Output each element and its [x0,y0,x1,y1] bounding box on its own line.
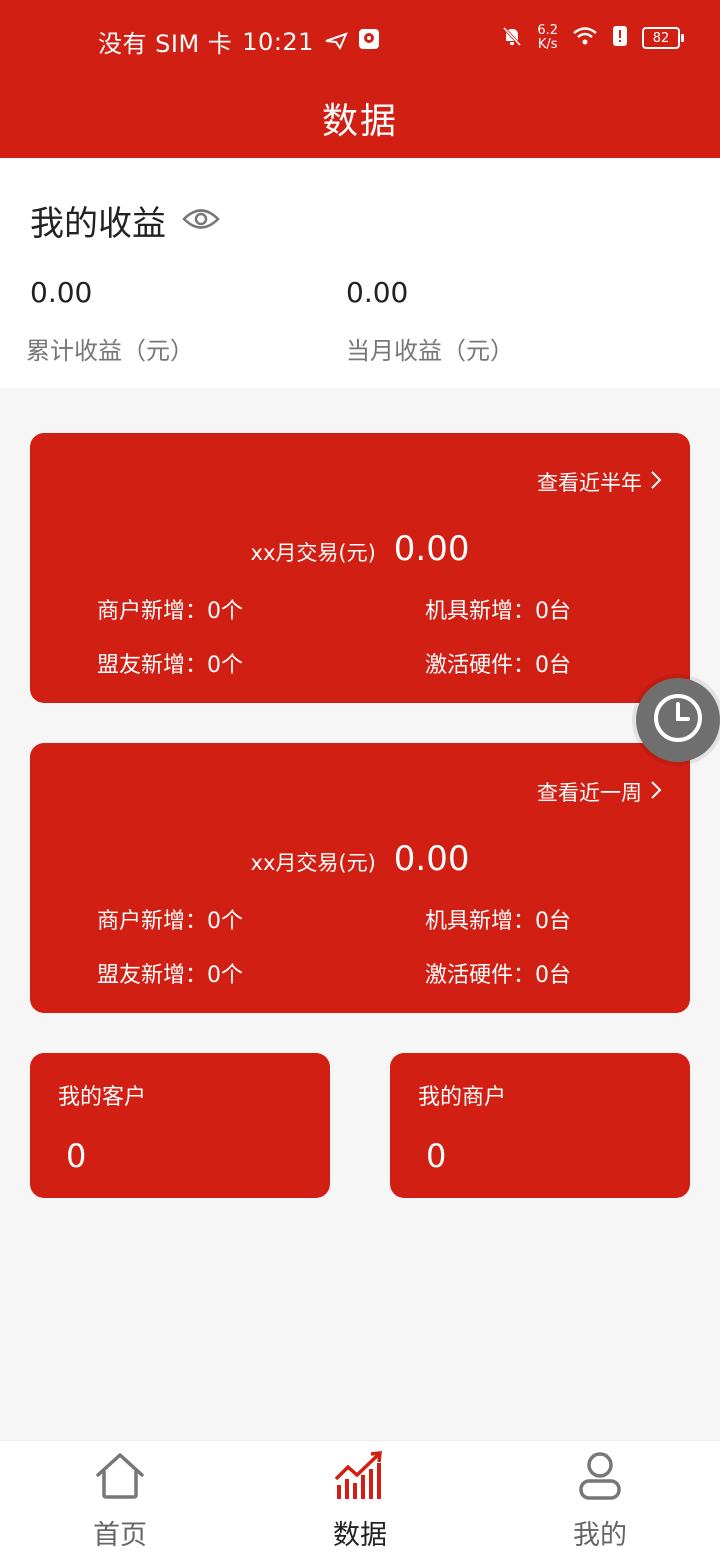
chevron-right-icon [650,470,662,495]
bell-muted-icon [501,25,523,51]
cumulative-earnings-label: 累计收益（元） [26,337,194,365]
view-half-year-label: 查看近半年 [537,471,642,495]
cumulative-earnings: 0.00 累计收益（元） [26,276,194,366]
merchant-new-stat: 商户新增：0个 [97,909,243,934]
status-right: 6.2 K/s 82 [501,24,684,52]
ally-new-stat: 盟友新增：0个 [97,963,243,988]
monthly-earnings-value: 0.00 [346,276,409,309]
earnings-title-row: 我的收益 [30,196,220,245]
earnings-panel: 我的收益 0.00 累计收益（元） 0.00 当月收益（元） [0,158,720,388]
merchant-new-stat: 商户新增：0个 [97,599,243,624]
view-half-year-link[interactable]: 查看近半年 [537,467,662,497]
device-new-stat: 机具新增：0台 [425,599,571,624]
view-week-label: 查看近一周 [537,781,642,805]
status-left: 没有 SIM 卡 10:21 [98,24,380,59]
transaction-row: xx月交易(元) 0.00 [30,529,690,569]
my-merchants-card[interactable]: 我的商户 0 [390,1053,690,1198]
my-customers-value: 0 [66,1137,87,1175]
net-speed: 6.2 K/s [537,24,558,52]
battery-level: 82 [652,30,670,46]
earnings-title: 我的收益 [30,204,166,244]
ally-new-stat: 盟友新增：0个 [97,653,243,678]
battery-icon: 82 [642,27,684,49]
nav-mine-label: 我的 [573,1520,627,1551]
home-icon [93,1451,147,1505]
activated-hardware-stat: 激活硬件：0台 [425,963,571,988]
send-icon [324,28,348,56]
monthly-earnings: 0.00 当月收益（元） [346,276,514,366]
page-title: 数据 [321,101,398,142]
nav-mine[interactable]: 我的 [480,1441,720,1561]
device-new-stat: 机具新增：0台 [425,909,571,934]
week-card: 查看近一周 xx月交易(元) 0.00 商户新增：0个 机具新增：0台 盟友新增… [30,743,690,1013]
cumulative-earnings-value: 0.00 [30,276,93,309]
transaction-label: xx月交易(元) [250,851,376,875]
eye-icon[interactable] [182,201,220,241]
nav-data[interactable]: 数据 [240,1441,480,1561]
my-merchants-value: 0 [426,1137,447,1175]
net-speed-value: 6.2 [537,23,558,38]
alert-icon [612,25,628,51]
transaction-row: xx月交易(元) 0.00 [30,839,690,879]
map-pin-icon [358,28,380,56]
transaction-value: 0.00 [393,529,470,569]
my-customers-card[interactable]: 我的客户 0 [30,1053,330,1198]
wifi-icon [572,26,598,50]
my-merchants-title: 我的商户 [418,1085,507,1110]
my-customers-title: 我的客户 [58,1085,147,1110]
chevron-right-icon [650,780,662,805]
net-speed-unit: K/s [537,37,558,52]
carrier-text: 没有 SIM 卡 [98,30,233,58]
user-icon [573,1451,627,1505]
view-week-link[interactable]: 查看近一周 [537,777,662,807]
bottom-nav: 首页 数据 我的 [0,1440,720,1561]
monthly-earnings-label: 当月收益（元） [346,337,514,365]
time-text: 10:21 [242,27,314,56]
nav-data-label: 数据 [333,1520,387,1551]
nav-home-label: 首页 [93,1520,147,1551]
half-year-card: 查看近半年 xx月交易(元) 0.00 商户新增：0个 机具新增：0台 盟友新增… [30,433,690,703]
transaction-value: 0.00 [393,839,470,879]
floating-clock-button[interactable] [636,678,720,762]
status-bar: 没有 SIM 卡 10:21 6.2 K/s 82 [0,0,720,80]
transaction-label: xx月交易(元) [250,541,376,565]
clock-icon [652,692,704,748]
chart-icon [333,1451,387,1505]
activated-hardware-stat: 激活硬件：0台 [425,653,571,678]
header: 没有 SIM 卡 10:21 6.2 K/s 82 数据 [0,0,720,158]
nav-home[interactable]: 首页 [0,1441,240,1561]
